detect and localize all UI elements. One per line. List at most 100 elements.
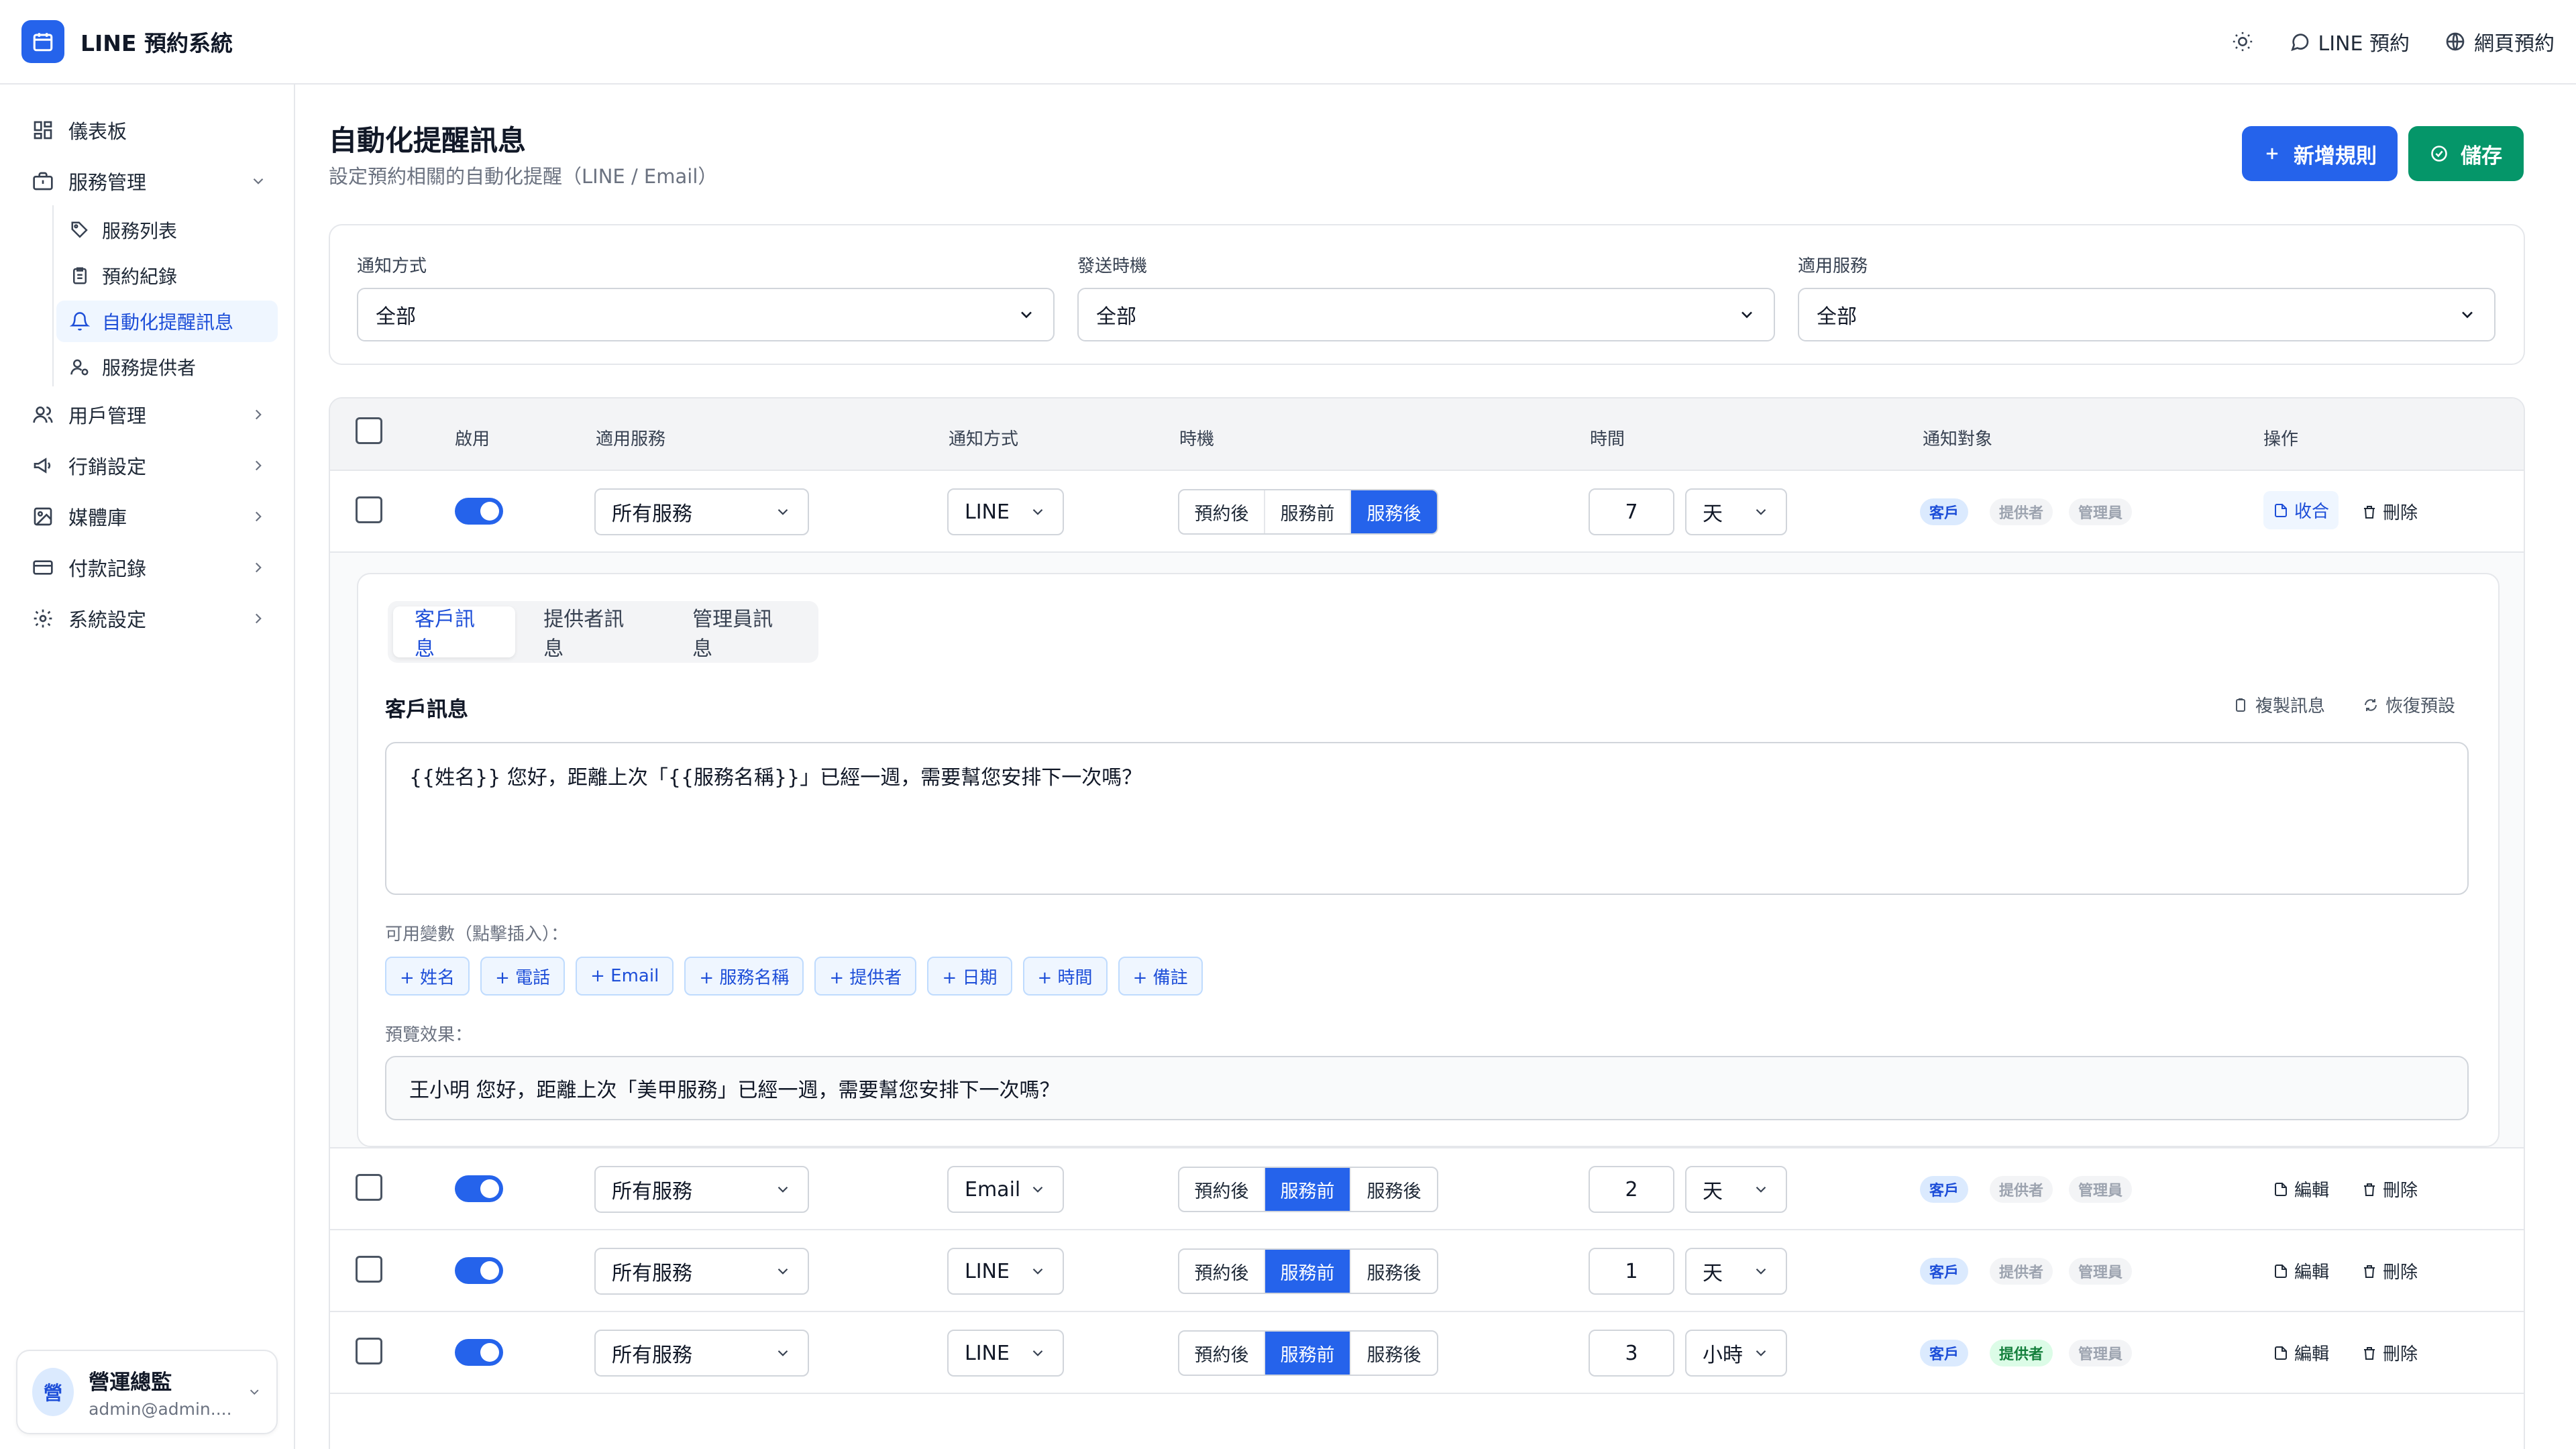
service-dropdown[interactable]: 所有服務 <box>594 1330 809 1377</box>
collapse-button[interactable]: 收合 <box>2263 491 2339 529</box>
target-badge[interactable]: 客戶 <box>1920 1340 1969 1366</box>
method-select[interactable]: 全部 <box>357 288 1055 341</box>
target-badge[interactable]: 提供者 <box>1990 1340 2053 1366</box>
row-checkbox[interactable] <box>356 496 382 523</box>
sidebar-item-service-management[interactable]: 服務管理 <box>32 160 267 203</box>
sidebar-item-service-list[interactable]: 服務列表 <box>56 209 278 251</box>
page-title: 自動化提醒訊息 <box>329 124 527 157</box>
theme-toggle-button[interactable] <box>2231 30 2254 53</box>
message-tabs: 客戶訊息 提供者訊息 管理員訊息 <box>388 601 818 663</box>
target-badge[interactable]: 提供者 <box>1990 498 2053 525</box>
filter-label: 發送時機 <box>1077 256 1148 276</box>
sidebar-item-user-management[interactable]: 用戶管理 <box>32 393 267 436</box>
message-textarea[interactable]: {{姓名}} 您好，距離上次「{{服務名稱}}」已經一週，需要幫您安排下一次嗎？ <box>385 742 2469 895</box>
service-dropdown[interactable]: 所有服務 <box>594 1248 809 1295</box>
edit-button[interactable]: 編輯 <box>2273 1177 2329 1201</box>
delete-button[interactable]: 刪除 <box>2361 1340 2418 1365</box>
enable-toggle[interactable] <box>455 1339 503 1366</box>
variable-chip-provider[interactable]: + 提供者 <box>814 957 917 996</box>
timing-option[interactable]: 服務後 <box>1351 1250 1437 1293</box>
save-button[interactable]: 儲存 <box>2408 126 2524 181</box>
target-badge[interactable]: 提供者 <box>1990 1258 2053 1285</box>
sidebar-item-media[interactable]: 媒體庫 <box>32 495 267 538</box>
timing-option[interactable]: 服務後 <box>1351 1168 1437 1211</box>
method-dropdown[interactable]: LINE <box>947 488 1064 535</box>
time-amount-input[interactable]: 7 <box>1589 488 1674 535</box>
message-editor: 客戶訊息 提供者訊息 管理員訊息 客戶訊息 複製訊息 恢復預設 {{姓名}} 您… <box>357 573 2500 1147</box>
row-checkbox[interactable] <box>356 1256 382 1283</box>
web-booking-link[interactable]: 網頁預約 <box>2445 27 2555 56</box>
method-dropdown[interactable]: LINE <box>947 1248 1064 1295</box>
method-dropdown[interactable]: Email <box>947 1166 1064 1213</box>
timing-option[interactable]: 預約後 <box>1179 490 1265 533</box>
timing-option[interactable]: 服務後 <box>1351 490 1437 533</box>
tab-admin-message[interactable]: 管理員訊息 <box>671 606 813 661</box>
target-badge[interactable]: 提供者 <box>1990 1176 2053 1203</box>
variable-chip-phone[interactable]: + 電話 <box>480 957 566 996</box>
target-badge[interactable]: 客戶 <box>1920 498 1969 525</box>
method-dropdown[interactable]: LINE <box>947 1330 1064 1377</box>
chevron-down-icon <box>1756 1350 1766 1356</box>
timing-option[interactable]: 服務前 <box>1265 1168 1351 1211</box>
variable-chip-service-name[interactable]: + 服務名稱 <box>684 957 804 996</box>
timing-option[interactable]: 預約後 <box>1179 1332 1265 1375</box>
timing-option[interactable]: 服務前 <box>1265 1332 1351 1375</box>
sidebar-item-marketing[interactable]: 行銷設定 <box>32 444 267 487</box>
row-checkbox[interactable] <box>356 1338 382 1364</box>
enable-toggle[interactable] <box>455 1257 503 1284</box>
user-account-menu[interactable]: 營 營運總監 admin@admin.... <box>16 1350 278 1434</box>
copy-message-button[interactable]: 複製訊息 <box>2233 692 2325 717</box>
variable-chip-email[interactable]: + Email <box>576 957 674 996</box>
service-select[interactable]: 全部 <box>1798 288 2496 341</box>
enable-toggle[interactable] <box>455 1175 503 1202</box>
service-dropdown[interactable]: 所有服務 <box>594 1166 809 1213</box>
sidebar-item-dashboard[interactable]: 儀表板 <box>32 109 267 152</box>
target-badge[interactable]: 管理員 <box>2069 1176 2133 1203</box>
tab-customer-message[interactable]: 客戶訊息 <box>393 606 516 661</box>
delete-button[interactable]: 刪除 <box>2361 1258 2418 1283</box>
edit-button[interactable]: 編輯 <box>2273 1340 2329 1365</box>
target-badge[interactable]: 管理員 <box>2069 1258 2133 1285</box>
time-unit-dropdown[interactable]: 天 <box>1685 1248 1787 1295</box>
time-amount-input[interactable]: 3 <box>1589 1330 1674 1377</box>
variable-chip-time[interactable]: + 時間 <box>1022 957 1108 996</box>
edit-button[interactable]: 編輯 <box>2273 1258 2329 1283</box>
timing-option[interactable]: 服務後 <box>1351 1332 1437 1375</box>
enable-toggle[interactable] <box>455 498 503 525</box>
tab-provider-message[interactable]: 提供者訊息 <box>522 606 664 661</box>
service-dropdown[interactable]: 所有服務 <box>594 488 809 535</box>
add-rule-button[interactable]: 新增規則 <box>2242 126 2398 181</box>
timing-segmented-control: 預約後 服務前 服務後 <box>1178 489 1438 535</box>
line-booking-link[interactable]: LINE 預約 <box>2289 27 2410 56</box>
sidebar-item-payments[interactable]: 付款記錄 <box>32 546 267 589</box>
delete-label: 刪除 <box>2383 1263 2418 1283</box>
select-all-checkbox[interactable] <box>356 417 382 444</box>
sidebar-item-label: 行銷設定 <box>68 455 147 478</box>
variable-chip-date[interactable]: + 日期 <box>927 957 1012 996</box>
image-icon <box>34 507 52 526</box>
delete-button[interactable]: 刪除 <box>2361 499 2418 524</box>
timing-option[interactable]: 預約後 <box>1179 1250 1265 1293</box>
target-badge[interactable]: 管理員 <box>2069 498 2133 525</box>
row-checkbox[interactable] <box>356 1174 382 1201</box>
time-amount-input[interactable]: 2 <box>1589 1166 1674 1213</box>
time-unit-dropdown[interactable]: 天 <box>1685 1166 1787 1213</box>
reset-default-button[interactable]: 恢復預設 <box>2363 692 2455 717</box>
time-unit-dropdown[interactable]: 小時 <box>1685 1330 1787 1377</box>
timing-option[interactable]: 服務前 <box>1265 1250 1351 1293</box>
target-badge[interactable]: 管理員 <box>2069 1340 2133 1366</box>
timing-option[interactable]: 預約後 <box>1179 1168 1265 1211</box>
timing-option[interactable]: 服務前 <box>1265 490 1351 533</box>
time-unit-dropdown[interactable]: 天 <box>1685 488 1787 535</box>
variable-chip-name[interactable]: + 姓名 <box>385 957 470 996</box>
sidebar-item-system-settings[interactable]: 系統設定 <box>32 597 267 640</box>
target-badge[interactable]: 客戶 <box>1920 1258 1969 1285</box>
sidebar-item-providers[interactable]: 服務提供者 <box>56 346 278 388</box>
delete-button[interactable]: 刪除 <box>2361 1177 2418 1201</box>
target-badge[interactable]: 客戶 <box>1920 1176 1969 1203</box>
variable-chip-note[interactable]: + 備註 <box>1118 957 1203 996</box>
time-amount-input[interactable]: 1 <box>1589 1248 1674 1295</box>
sidebar-item-auto-reminders[interactable]: 自動化提醒訊息 <box>56 301 278 342</box>
sidebar-item-booking-records[interactable]: 預約紀錄 <box>56 255 278 297</box>
timing-select[interactable]: 全部 <box>1077 288 1775 341</box>
